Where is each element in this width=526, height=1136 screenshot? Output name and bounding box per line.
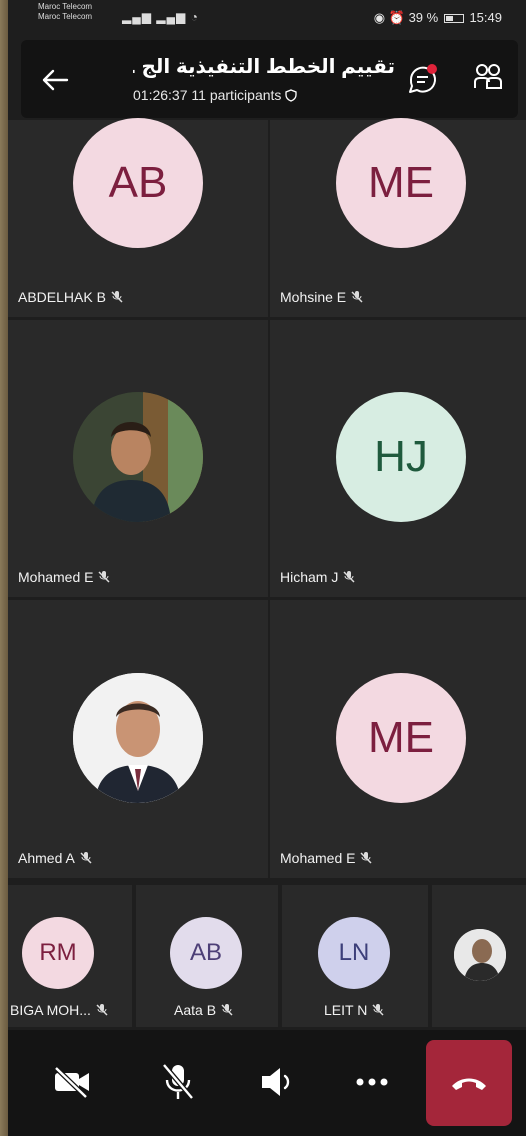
participant-name: BIGA MOH...	[10, 1002, 109, 1018]
meeting-info: 01:26:37 11 participants	[133, 87, 297, 103]
mic-muted-icon	[360, 852, 373, 864]
participant-name-label: Aata B	[174, 1002, 217, 1018]
mic-muted-icon	[343, 571, 355, 583]
mic-muted-icon	[96, 1004, 108, 1016]
profile-photo-image	[73, 673, 203, 803]
participant-tile-small[interactable]: AB Aata B	[136, 885, 278, 1027]
participant-tile[interactable]: ME Mohsine E	[270, 118, 526, 317]
participant-tile-small[interactable]	[432, 885, 526, 1027]
participant-tile[interactable]: Mohamed E	[8, 320, 268, 597]
back-arrow-icon	[42, 69, 69, 91]
participant-name: Mohamed E	[18, 569, 111, 585]
participant-photo	[73, 392, 203, 522]
chat-button[interactable]	[403, 60, 443, 100]
avatar: RM	[22, 917, 94, 989]
status-bar: Maroc Telecom Maroc Telecom ▂▄▆ ▂▄▆ ◔ ◉ …	[8, 0, 526, 38]
meeting-title: تقييم الخطط التنفيذية الج ...	[133, 56, 395, 78]
speaker-icon	[262, 1068, 290, 1096]
shield-icon	[285, 89, 297, 102]
avatar: AB	[170, 917, 242, 989]
participant-name-label: ABDELHAK B	[18, 289, 106, 305]
mic-muted-icon	[111, 291, 123, 303]
eye-icon: ◉	[373, 10, 386, 25]
participant-name: Hicham J	[280, 569, 356, 585]
speaker-button[interactable]	[252, 1056, 304, 1108]
participant-photo	[73, 673, 203, 803]
participants-button[interactable]	[471, 60, 511, 100]
battery-percent: 39 %	[408, 10, 439, 25]
avatar: HJ	[336, 392, 466, 522]
participant-photo	[454, 929, 506, 981]
mic-muted-icon	[221, 1004, 233, 1016]
carrier-1: Maroc Telecom	[38, 2, 93, 11]
hang-up-button[interactable]	[426, 1040, 512, 1126]
participant-tile[interactable]: Ahmed A	[8, 600, 268, 878]
participant-name-label: Mohamed E	[18, 569, 94, 585]
status-right: ◉ ⏰ 39 % 15:49	[374, 10, 502, 26]
call-duration: 01:26:37	[133, 87, 188, 103]
carrier-names: Maroc Telecom Maroc Telecom	[38, 2, 92, 22]
participant-name-label: Mohamed E	[280, 850, 356, 866]
participant-name: Ahmed A	[18, 850, 93, 866]
signal-icon: ▂▄▆ ▂▄▆ ◔	[122, 10, 199, 24]
participant-tile[interactable]: HJ Hicham J	[270, 320, 526, 597]
teams-call-screen: Maroc Telecom Maroc Telecom ▂▄▆ ▂▄▆ ◔ ◉ …	[8, 0, 526, 1136]
call-controls-bar	[8, 1030, 526, 1136]
chat-icon	[409, 64, 437, 93]
participant-name-label: Hicham J	[280, 569, 339, 585]
avatar: AB	[73, 118, 203, 248]
participant-tile-small[interactable]: RM BIGA MOH...	[8, 885, 132, 1027]
participant-tile[interactable]: AB ABDELHAK B	[8, 118, 268, 317]
participant-name-label: Mohsine E	[280, 289, 347, 305]
profile-photo-image	[73, 392, 203, 522]
carrier-2: Maroc Telecom	[38, 12, 93, 21]
participant-name-label: LEIT N	[324, 1002, 368, 1018]
mic-muted-icon	[351, 291, 363, 303]
participant-name: Mohamed E	[280, 850, 373, 866]
back-button[interactable]	[35, 60, 75, 100]
participant-name: Mohsine E	[280, 289, 364, 305]
more-options-button[interactable]	[346, 1056, 398, 1108]
profile-photo-image	[454, 929, 506, 981]
mic-muted-icon	[98, 571, 111, 583]
mic-muted-icon	[372, 1004, 384, 1016]
participant-name-label: Ahmed A	[18, 850, 75, 866]
mic-muted-icon	[80, 852, 92, 864]
battery-icon	[443, 14, 464, 24]
camera-off-icon	[54, 1066, 89, 1099]
camera-toggle-button[interactable]	[46, 1056, 98, 1108]
hang-up-icon	[452, 1078, 486, 1090]
avatar: ME	[336, 118, 466, 248]
mic-off-icon	[162, 1063, 194, 1100]
avatar: ME	[336, 673, 466, 803]
meeting-header: تقييم الخطط التنفيذية الج ... 01:26:37 1…	[21, 40, 518, 118]
more-icon	[356, 1078, 388, 1086]
alarm-icon: ⏰	[388, 10, 405, 25]
participant-tile-small[interactable]: LN LEIT N	[282, 885, 428, 1027]
participant-name: ABDELHAK B	[18, 289, 124, 305]
participant-name-label: BIGA MOH...	[10, 1002, 91, 1018]
participant-name: Aata B	[174, 1002, 234, 1018]
people-icon	[474, 64, 502, 89]
participant-tile[interactable]: ME Mohamed E	[270, 600, 526, 878]
participant-count[interactable]: 11 participants	[191, 87, 281, 103]
clock: 15:49	[469, 10, 502, 25]
participant-name: LEIT N	[324, 1002, 385, 1018]
avatar: LN	[318, 917, 390, 989]
mic-toggle-button[interactable]	[152, 1056, 204, 1108]
